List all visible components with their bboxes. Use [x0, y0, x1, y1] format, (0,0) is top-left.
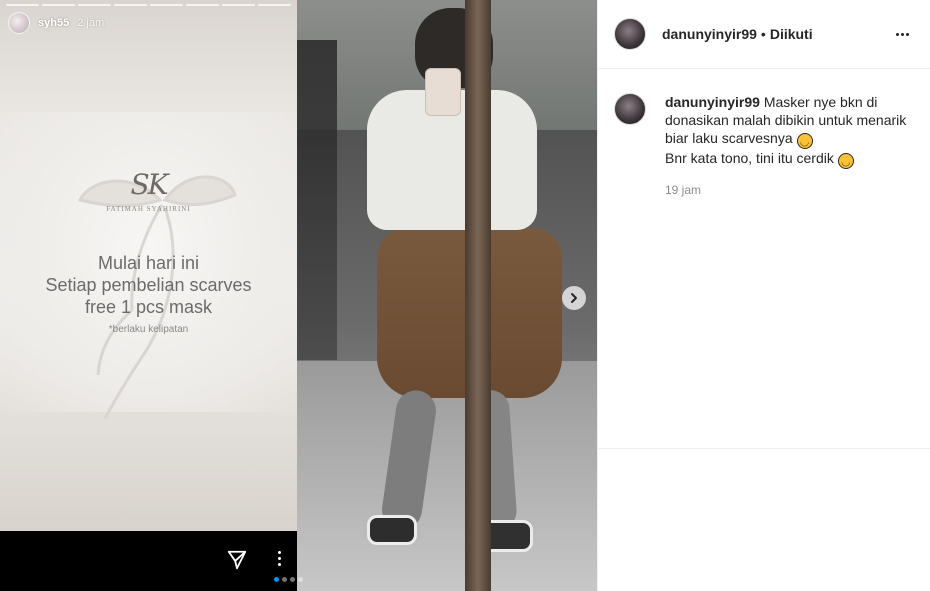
story-footer	[0, 531, 297, 591]
avatar[interactable]	[614, 18, 646, 50]
progress-segment	[186, 4, 219, 6]
send-icon[interactable]	[226, 549, 248, 571]
progress-segment	[78, 4, 111, 6]
mirror-frame	[465, 0, 491, 591]
chevron-right-icon	[571, 293, 577, 303]
grinning-squinting-emoji-icon: ◡	[837, 153, 854, 169]
more-horizontal-icon[interactable]	[890, 22, 914, 46]
carousel-next-button[interactable]	[562, 286, 586, 310]
carousel-indicator	[274, 577, 303, 582]
header-separator: •	[760, 26, 766, 42]
grinning-squinting-emoji-icon: ◡	[796, 133, 813, 149]
caption-username[interactable]: danunyinyir99	[665, 94, 760, 110]
post-media: syh55 2 jam SK FATIMAH SYAHIRINI Mulai h…	[0, 0, 597, 591]
dot	[900, 32, 904, 36]
story-progress-bar	[6, 4, 291, 6]
figure-shoe	[367, 515, 417, 545]
mirror-photo	[297, 0, 597, 591]
progress-segment	[258, 4, 291, 6]
carousel-dot	[274, 577, 279, 582]
story-promo-text: Mulai hari ini Setiap pembelian scarves …	[0, 252, 297, 335]
story-avatar	[8, 12, 30, 34]
caption-body: danunyinyir99 Masker nye bkn di donasika…	[665, 93, 914, 199]
promo-line: free 1 pcs mask	[84, 297, 213, 317]
logo-monogram: SK	[130, 168, 168, 201]
carousel-dot	[290, 577, 295, 582]
post-caption: danunyinyir99 Masker nye bkn di donasika…	[598, 69, 930, 199]
progress-segment	[42, 4, 75, 6]
follow-status-button[interactable]: Diikuti	[770, 26, 813, 42]
header-username[interactable]: danunyinyir99	[662, 26, 757, 42]
progress-segment	[150, 4, 183, 6]
caption-line: Bnr kata tono, tini itu cerdik	[665, 150, 834, 166]
promo-line: Setiap pembelian scarves	[45, 275, 252, 295]
more-vertical-icon[interactable]	[274, 551, 284, 571]
dot	[277, 563, 281, 566]
carousel-dot	[282, 577, 287, 582]
dot	[277, 551, 281, 554]
carousel-dot	[298, 577, 303, 582]
story-screenshot: syh55 2 jam SK FATIMAH SYAHIRINI Mulai h…	[0, 0, 297, 591]
story-header: syh55 2 jam	[8, 12, 104, 34]
progress-segment	[114, 4, 147, 6]
phone	[425, 68, 461, 116]
dot	[905, 32, 909, 36]
post-header: danunyinyir99 • Diikuti	[598, 0, 930, 69]
story-username: syh55	[38, 17, 70, 29]
logo-brand-name: FATIMAH SYAHIRINI	[106, 205, 191, 213]
progress-segment	[222, 4, 255, 6]
comment-section-divider	[598, 448, 930, 591]
promo-note: *berlaku kelipatan	[108, 324, 189, 335]
dot	[277, 557, 281, 560]
gym-equipment	[297, 40, 337, 360]
dot	[895, 32, 899, 36]
avatar[interactable]	[614, 93, 646, 125]
caption-timestamp[interactable]: 19 jam	[665, 181, 914, 199]
post-sidebar: danunyinyir99 • Diikuti danunyinyir99 Ma…	[597, 0, 930, 591]
caption-text: danunyinyir99 Masker nye bkn di donasika…	[665, 93, 914, 169]
promo-line: Mulai hari ini	[97, 253, 200, 273]
progress-segment	[6, 4, 39, 6]
story-timestamp: 2 jam	[77, 17, 105, 29]
brand-logo: SK FATIMAH SYAHIRINI	[0, 168, 297, 213]
